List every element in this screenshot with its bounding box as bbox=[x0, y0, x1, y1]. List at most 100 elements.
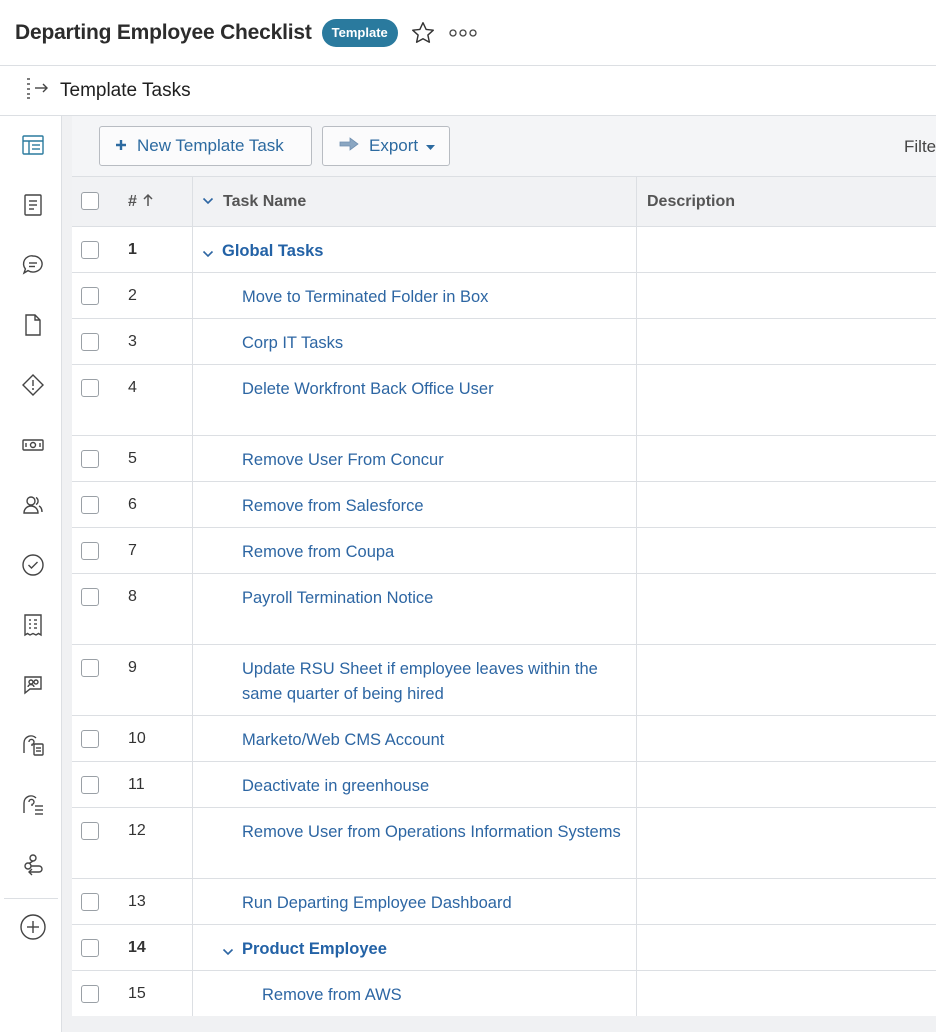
task-list-icon[interactable] bbox=[18, 130, 48, 160]
row-number: 9 bbox=[128, 659, 137, 676]
section-title: Template Tasks bbox=[60, 79, 191, 101]
sort-ascending-icon bbox=[143, 193, 153, 212]
row-checkbox[interactable] bbox=[81, 287, 99, 305]
table-row[interactable]: 7 Remove from Coupa bbox=[72, 528, 936, 574]
task-name-link[interactable]: Remove from AWS bbox=[262, 983, 642, 1008]
table-row[interactable]: 5 Remove User From Concur bbox=[72, 436, 936, 482]
row-number: 12 bbox=[128, 822, 146, 839]
row-checkbox[interactable] bbox=[81, 496, 99, 514]
task-name-link[interactable]: Payroll Termination Notice bbox=[242, 586, 622, 611]
more-options-icon[interactable] bbox=[448, 23, 478, 43]
table-row[interactable]: 1 Global Tasks bbox=[72, 227, 936, 273]
task-group-link[interactable]: Product Employee bbox=[242, 937, 622, 962]
table-row[interactable]: 14 Product Employee bbox=[72, 925, 936, 971]
page-title: Departing Employee Checklist bbox=[15, 20, 312, 44]
select-all-checkbox[interactable] bbox=[81, 192, 99, 210]
expand-chevron-icon[interactable] bbox=[222, 944, 234, 956]
people-icon[interactable] bbox=[18, 490, 48, 520]
column-divider bbox=[192, 176, 193, 1016]
row-checkbox[interactable] bbox=[81, 730, 99, 748]
task-name-link[interactable]: Marketo/Web CMS Account bbox=[242, 728, 622, 753]
row-checkbox[interactable] bbox=[81, 379, 99, 397]
row-checkbox[interactable] bbox=[81, 985, 99, 1003]
star-icon[interactable] bbox=[410, 20, 436, 46]
row-checkbox[interactable] bbox=[81, 450, 99, 468]
comment-icon[interactable] bbox=[18, 250, 48, 280]
task-name-link[interactable]: Move to Terminated Folder in Box bbox=[242, 285, 622, 310]
new-template-task-label: New Template Task bbox=[137, 136, 284, 155]
task-name-link[interactable]: Remove from Salesforce bbox=[242, 494, 622, 519]
table-row[interactable]: 15 Remove from AWS bbox=[72, 971, 936, 1016]
receipt-icon[interactable] bbox=[18, 610, 48, 640]
file-icon[interactable] bbox=[18, 310, 48, 340]
request-doc-icon[interactable] bbox=[18, 730, 48, 760]
row-checkbox[interactable] bbox=[81, 333, 99, 351]
row-checkbox[interactable] bbox=[81, 241, 99, 259]
number-header-label: # bbox=[128, 193, 137, 210]
task-name-link[interactable]: Corp IT Tasks bbox=[242, 331, 622, 356]
add-icon[interactable] bbox=[18, 912, 48, 942]
tasks-table: # Task Name Description 1 Global Tasks 2 Mo… bbox=[72, 176, 936, 1016]
row-checkbox[interactable] bbox=[81, 659, 99, 677]
column-header-description[interactable]: Description bbox=[647, 177, 735, 227]
collapse-panel-icon[interactable] bbox=[24, 75, 50, 106]
task-name-link[interactable]: Remove User From Concur bbox=[242, 448, 622, 473]
row-checkbox[interactable] bbox=[81, 822, 99, 840]
table-row[interactable]: 3 Corp IT Tasks bbox=[72, 319, 936, 365]
task-name-link[interactable]: Delete Workfront Back Office User bbox=[242, 377, 622, 402]
column-header-number[interactable]: # bbox=[128, 177, 153, 227]
toolbar: New Template Task Export Filte bbox=[72, 116, 936, 176]
table-row[interactable]: 10 Marketo/Web CMS Account bbox=[72, 716, 936, 762]
column-header-task-name[interactable]: Task Name bbox=[202, 177, 306, 227]
workflow-icon[interactable] bbox=[18, 850, 48, 880]
row-number: 15 bbox=[128, 985, 146, 1002]
issue-icon[interactable] bbox=[18, 370, 48, 400]
row-number: 1 bbox=[128, 241, 137, 258]
task-name-link[interactable]: Run Departing Employee Dashboard bbox=[242, 891, 622, 916]
table-header: # Task Name Description bbox=[72, 176, 936, 227]
row-checkbox[interactable] bbox=[81, 939, 99, 957]
table-row[interactable]: 12 Remove User from Operations Informatio… bbox=[72, 808, 936, 879]
panel-gutter bbox=[62, 116, 72, 1032]
expense-icon[interactable] bbox=[18, 430, 48, 460]
table-row[interactable]: 9 Update RSU Sheet if employee leaves wit… bbox=[72, 645, 936, 716]
table-row[interactable]: 13 Run Departing Employee Dashboard bbox=[72, 879, 936, 925]
row-checkbox[interactable] bbox=[81, 776, 99, 794]
row-checkbox[interactable] bbox=[81, 893, 99, 911]
table-row[interactable]: 11 Deactivate in greenhouse bbox=[72, 762, 936, 808]
export-arrow-icon bbox=[339, 136, 359, 156]
document-icon[interactable] bbox=[18, 190, 48, 220]
plus-icon bbox=[115, 136, 127, 156]
nav-divider bbox=[4, 898, 58, 899]
row-number: 4 bbox=[128, 379, 137, 396]
task-name-link[interactable]: Remove from Coupa bbox=[242, 540, 622, 565]
chat-people-icon[interactable] bbox=[18, 670, 48, 700]
task-group-link[interactable]: Global Tasks bbox=[222, 239, 602, 264]
row-number: 2 bbox=[128, 287, 137, 304]
row-number: 3 bbox=[128, 333, 137, 350]
column-divider bbox=[636, 176, 637, 1016]
row-number: 6 bbox=[128, 496, 137, 513]
task-name-link[interactable]: Remove User from Operations Information … bbox=[242, 820, 622, 845]
filter-button[interactable]: Filte bbox=[904, 137, 936, 157]
collapse-all-chevron-icon[interactable] bbox=[202, 193, 214, 211]
task-name-link[interactable]: Deactivate in greenhouse bbox=[242, 774, 622, 799]
row-number: 11 bbox=[128, 776, 145, 793]
table-row[interactable]: 2 Move to Terminated Folder in Box bbox=[72, 273, 936, 319]
request-list-icon[interactable] bbox=[18, 790, 48, 820]
approval-icon[interactable] bbox=[18, 550, 48, 580]
table-row[interactable]: 4 Delete Workfront Back Office User bbox=[72, 365, 936, 436]
task-name-header-label: Task Name bbox=[223, 193, 307, 210]
expand-chevron-icon[interactable] bbox=[202, 246, 214, 258]
new-template-task-button[interactable]: New Template Task bbox=[99, 126, 312, 166]
table-row[interactable]: 6 Remove from Salesforce bbox=[72, 482, 936, 528]
table-row[interactable]: 8 Payroll Termination Notice bbox=[72, 574, 936, 645]
export-label: Export bbox=[369, 136, 419, 155]
task-name-link[interactable]: Update RSU Sheet if employee leaves with… bbox=[242, 657, 622, 707]
export-button[interactable]: Export bbox=[322, 126, 450, 166]
caret-down-icon bbox=[426, 136, 436, 156]
row-checkbox[interactable] bbox=[81, 588, 99, 606]
row-number: 5 bbox=[128, 450, 137, 467]
row-checkbox[interactable] bbox=[81, 542, 99, 560]
row-number: 14 bbox=[128, 939, 146, 956]
